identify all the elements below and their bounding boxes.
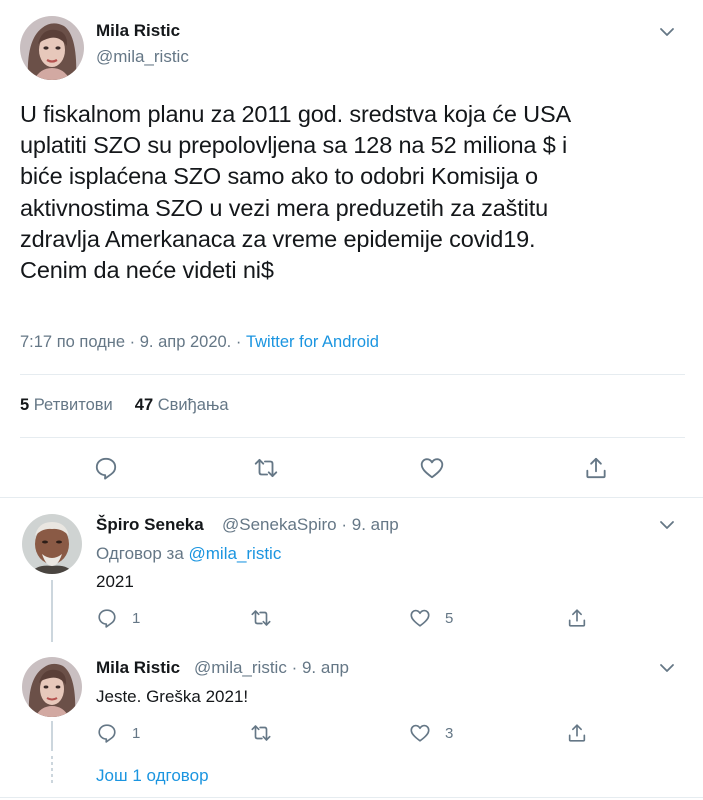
reply-meta: @mila_ristic · 9. апр (194, 658, 349, 678)
thread-line (51, 721, 53, 751)
likes-count: 47 (134, 396, 154, 414)
likes-stat[interactable]: 47 Свиђања (135, 396, 229, 414)
tweet-text-line: Cenim da neće videti ni$ (20, 257, 274, 284)
retweet-icon[interactable] (253, 455, 279, 481)
share-action[interactable] (566, 722, 588, 744)
chevron-down-icon[interactable] (657, 658, 677, 678)
like-count: 3 (445, 724, 454, 742)
reply-action[interactable]: 1 (96, 722, 140, 744)
reply-text: Jeste. Greška 2021! (96, 687, 249, 706)
author-handle[interactable]: @mila_ristic (96, 47, 189, 67)
retweet-action[interactable] (250, 607, 272, 629)
reply-tweet[interactable]: Špiro Seneka @SenekaSpiro · 9. апр Одгов… (0, 498, 703, 643)
share-icon (568, 724, 586, 742)
retweets-stat[interactable]: 5 Ретвитови (20, 396, 113, 414)
share-icon (568, 609, 586, 627)
tweet-date[interactable]: 9. апр (302, 658, 349, 677)
retweet-icon (251, 725, 271, 741)
tweet-meta: 7:17 по подне · 9. апр 2020. · Twitter f… (20, 333, 379, 352)
meta-separator: · (341, 515, 348, 534)
main-tweet: Mila Ristic @mila_ristic U fiskalnom pla… (0, 0, 703, 498)
meta-separator: · (291, 658, 298, 677)
replying-label: Одговор за (96, 544, 184, 563)
reply-icon (98, 609, 116, 628)
chevron-down-icon[interactable] (657, 22, 677, 42)
retweets-count: 5 (20, 396, 30, 414)
mention-link[interactable]: @mila_ristic (189, 544, 282, 563)
meta-separator: · (129, 333, 136, 351)
show-more-replies-link[interactable]: Још 1 одговор (96, 766, 209, 786)
share-icon[interactable] (583, 455, 609, 481)
avatar[interactable] (22, 514, 82, 574)
tweet-text-line: zdravlja Amerkanaca za vreme epidemije c… (20, 225, 536, 252)
heart-icon (410, 609, 430, 627)
divider (0, 797, 703, 798)
meta-separator: · (235, 333, 242, 351)
tweet-text-line: biće isplaćena SZO samo ako to odobri Ko… (20, 163, 538, 190)
author-name[interactable]: Špiro Seneka (96, 515, 204, 535)
divider (20, 374, 685, 375)
author-handle[interactable]: @SenekaSpiro (222, 515, 337, 534)
retweet-action[interactable] (250, 722, 272, 744)
heart-icon (410, 724, 430, 742)
chevron-down-icon[interactable] (657, 515, 677, 535)
share-action[interactable] (566, 607, 588, 629)
like-action[interactable]: 5 (409, 607, 453, 629)
likes-label: Свиђања (157, 396, 229, 414)
author-handle[interactable]: @mila_ristic (194, 658, 287, 677)
tweet-source[interactable]: Twitter for Android (246, 333, 379, 351)
tweet-date[interactable]: 9. апр (352, 515, 399, 534)
author-name[interactable]: Mila Ristic (96, 658, 180, 678)
tweet-stats: 5 Ретвитови 47 Свиђања (20, 396, 229, 415)
tweet-time[interactable]: 7:17 по подне (20, 333, 125, 351)
reply-text: 2021 (96, 572, 134, 591)
avatar[interactable] (22, 657, 82, 717)
heart-icon[interactable] (419, 455, 445, 481)
reply-tweet[interactable]: Mila Ristic @mila_ristic · 9. апр Jeste.… (0, 643, 703, 763)
reply-meta: @SenekaSpiro · 9. апр (222, 515, 399, 535)
reply-count: 1 (132, 609, 141, 627)
tweet-text-line: aktivnostima SZO u vezi mera preduzetih … (20, 194, 548, 221)
tweet-text: U fiskalnom planu za 2011 god. sredstva … (20, 99, 685, 286)
tweet-date[interactable]: 9. апр 2020. (140, 333, 232, 351)
reply-icon[interactable] (93, 455, 119, 481)
reply-action[interactable]: 1 (96, 607, 140, 629)
tweet-text-line: U fiskalnom planu za 2011 god. sredstva … (20, 101, 571, 127)
replying-to: Одговор за @mila_ristic (96, 544, 281, 564)
thread-line (51, 580, 53, 642)
reply-count: 1 (132, 724, 141, 742)
retweets-label: Ретвитови (33, 396, 113, 414)
like-action[interactable]: 3 (409, 722, 453, 744)
thread-dots (51, 756, 53, 792)
author-name[interactable]: Mila Ristic (96, 21, 180, 41)
avatar[interactable] (20, 16, 84, 80)
tweet-text-line: uplatiti SZO su prepolovljena sa 128 na … (20, 132, 568, 159)
like-count: 5 (445, 609, 454, 627)
reply-icon (98, 724, 116, 743)
retweet-icon (251, 610, 271, 626)
divider (20, 437, 685, 438)
